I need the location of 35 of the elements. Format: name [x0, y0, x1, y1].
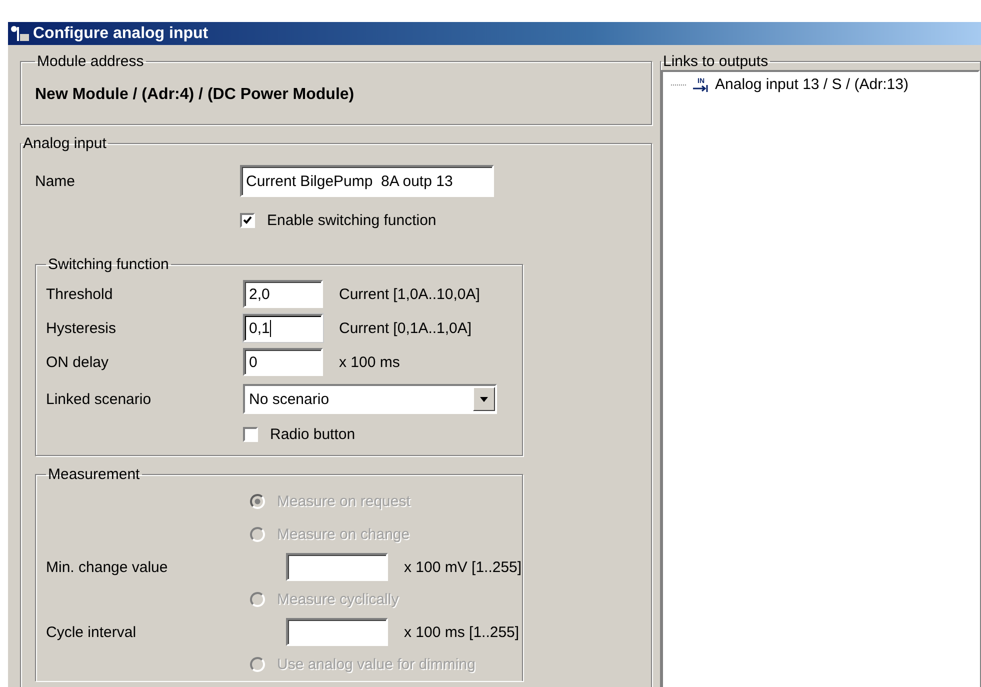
field-label: Min. change value — [46, 558, 169, 576]
field-label: Hysteresis — [46, 320, 118, 336]
checkbox-label: Enable switching function — [267, 212, 436, 228]
checkbox[interactable] — [240, 212, 255, 228]
input-field[interactable]: 0 — [243, 348, 323, 376]
field-label: Name — [35, 172, 76, 190]
module-address: New Module / (Adr:4) / (DC Power Module) — [35, 85, 356, 105]
input-field[interactable] — [286, 618, 388, 646]
tree-line-icon — [671, 84, 687, 86]
field-label: Cycle interval — [46, 624, 138, 640]
checkbox-label: Radio button — [270, 426, 356, 442]
checkmark-icon — [243, 216, 252, 224]
checkbox[interactable] — [243, 426, 258, 442]
unit-label: Current [0,1A..1,0A] — [339, 320, 472, 336]
group-title: Measurement — [47, 466, 141, 483]
scenario-dropdown[interactable]: No scenario — [243, 384, 497, 414]
unit-label: x 100 mV [1..255] — [404, 558, 522, 576]
name-field[interactable]: Current BilgePump 8A outp 13 — [240, 165, 494, 197]
app-icon — [10, 24, 30, 42]
group-title: Module address — [36, 53, 145, 70]
caret-icon — [480, 396, 488, 402]
field-label: Linked scenario — [46, 390, 152, 408]
input-field[interactable]: 2,0 — [243, 280, 323, 308]
link-item[interactable]: Analog input 13 / S / (Adr:13) — [715, 76, 908, 93]
field-label: ON delay — [46, 354, 110, 370]
input-field[interactable]: 0,1 — [243, 314, 323, 342]
group-title: Analog input — [22, 135, 108, 152]
unit-label: x 100 ms [1..255] — [404, 624, 520, 640]
unit-label: Current [1,0A..10,0A] — [339, 286, 480, 302]
group-title: Switching function — [47, 256, 170, 273]
input-field[interactable] — [286, 553, 388, 581]
group-title: Links to outputs — [662, 53, 770, 70]
window-title: Configure analog input — [33, 24, 208, 42]
unit-label: x 100 ms — [339, 354, 400, 370]
field-label: Threshold — [46, 286, 114, 302]
